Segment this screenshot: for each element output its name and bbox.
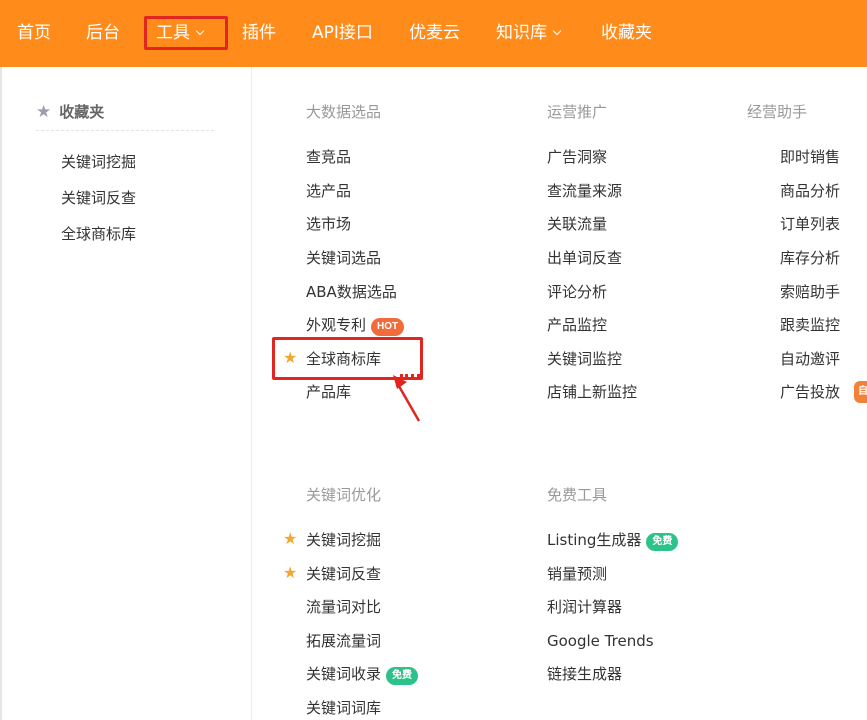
tools-highlight-box — [144, 16, 228, 50]
section-title-free-tools: 免费工具 — [547, 486, 608, 504]
nav-youmaiyun[interactable]: 优麦云 — [409, 0, 460, 67]
menu-item[interactable]: 关键词监控 — [547, 348, 622, 370]
nav-api-label: API接口 — [312, 23, 373, 43]
menu-item[interactable]: 索赔助手 — [780, 281, 840, 303]
menu-item[interactable]: Google Trends — [547, 630, 654, 652]
menu-item[interactable]: 利润计算器 — [547, 596, 622, 618]
menu-item[interactable]: 跟卖监控 — [780, 314, 840, 336]
nav-home-label: 首页 — [17, 23, 51, 43]
section-title-assistant: 经营助手 — [747, 103, 808, 121]
favorites-title: 收藏夹 — [59, 103, 105, 121]
menu-item[interactable]: 即时销售 — [780, 146, 840, 168]
menu-item-label: Listing生成器 — [547, 531, 642, 549]
menu-item[interactable]: 流量词对比 — [306, 596, 381, 618]
menu-item[interactable]: 拓展流量词 — [306, 630, 381, 652]
menu-item-listing-generator[interactable]: Listing生成器 免费 — [547, 529, 679, 551]
favorite-item[interactable]: 关键词挖掘 — [61, 151, 136, 173]
menu-item[interactable]: 店铺上新监控 — [547, 381, 637, 403]
menu-item-keyword-index[interactable]: 关键词收录 免费 — [306, 663, 419, 685]
chevron-down-icon — [552, 26, 562, 36]
menu-item[interactable]: 产品监控 — [547, 314, 607, 336]
nav-api[interactable]: API接口 — [312, 0, 373, 67]
menu-item[interactable]: 关键词挖掘 — [306, 529, 381, 551]
menu-item[interactable]: 产品库 — [306, 381, 351, 403]
panel-divider — [251, 67, 252, 720]
menu-item[interactable]: 关键词词库 — [306, 697, 381, 719]
section-title-keyword-opt: 关键词优化 — [306, 486, 382, 504]
section-title-operations: 运营推广 — [547, 103, 608, 121]
favorites-divider — [36, 130, 214, 131]
menu-item[interactable]: 商品分析 — [780, 180, 840, 202]
panel-left-edge — [0, 67, 2, 720]
nav-favorites-label: 收藏夹 — [601, 23, 652, 43]
truncated-badge: 自 — [854, 381, 867, 403]
menu-item[interactable]: 关联流量 — [547, 213, 607, 235]
star-icon: ★ — [283, 529, 298, 548]
nav-home[interactable]: 首页 — [17, 0, 51, 67]
menu-item[interactable]: 广告投放 — [780, 381, 840, 403]
menu-item[interactable]: 选市场 — [306, 213, 351, 235]
menu-item[interactable]: 销量预测 — [547, 563, 607, 585]
star-icon: ★ — [36, 102, 52, 122]
arrow-icon — [393, 375, 421, 422]
star-icon: ★ — [283, 563, 298, 582]
favorites-header: ★ 收藏夹 — [36, 101, 104, 123]
menu-item-design-patent[interactable]: 外观专利 HOT — [306, 314, 405, 336]
nav-plugins-label: 插件 — [242, 23, 276, 43]
menu-item[interactable]: 订单列表 — [780, 213, 840, 235]
menu-item[interactable]: 自动邀评 — [780, 348, 840, 370]
menu-item[interactable]: ABA数据选品 — [306, 281, 397, 303]
nav-plugins[interactable]: 插件 — [242, 0, 276, 67]
free-badge: 免费 — [386, 667, 419, 685]
menu-item[interactable]: 广告洞察 — [547, 146, 607, 168]
menu-item[interactable]: 链接生成器 — [547, 663, 622, 685]
top-nav-bar: 首页 后台 工具 插件 API接口 优麦云 知识库 收藏夹 — [0, 0, 867, 67]
menu-item[interactable]: 查流量来源 — [547, 180, 622, 202]
nav-backend[interactable]: 后台 — [86, 0, 120, 67]
nav-favorites[interactable]: 收藏夹 — [601, 0, 652, 67]
menu-item-label: 外观专利 — [306, 316, 367, 334]
menu-item[interactable]: 评论分析 — [547, 281, 607, 303]
favorite-item[interactable]: 关键词反查 — [61, 187, 136, 209]
menu-item[interactable]: 出单词反查 — [547, 247, 622, 269]
menu-item-label: 关键词收录 — [306, 665, 382, 683]
favorite-item[interactable]: 全球商标库 — [61, 223, 136, 245]
menu-item[interactable]: 关键词反查 — [306, 563, 381, 585]
section-title-big-data: 大数据选品 — [306, 103, 382, 121]
nav-knowledge[interactable]: 知识库 — [496, 0, 562, 67]
menu-item[interactable]: 查竞品 — [306, 146, 351, 168]
menu-item[interactable]: 关键词选品 — [306, 247, 381, 269]
menu-item[interactable]: 库存分析 — [780, 247, 840, 269]
nav-youmaiyun-label: 优麦云 — [409, 23, 460, 43]
hot-badge: HOT — [371, 318, 405, 336]
nav-knowledge-label: 知识库 — [496, 23, 547, 43]
nav-backend-label: 后台 — [86, 23, 120, 43]
menu-item[interactable]: 选产品 — [306, 180, 351, 202]
free-badge: 免费 — [646, 533, 679, 551]
